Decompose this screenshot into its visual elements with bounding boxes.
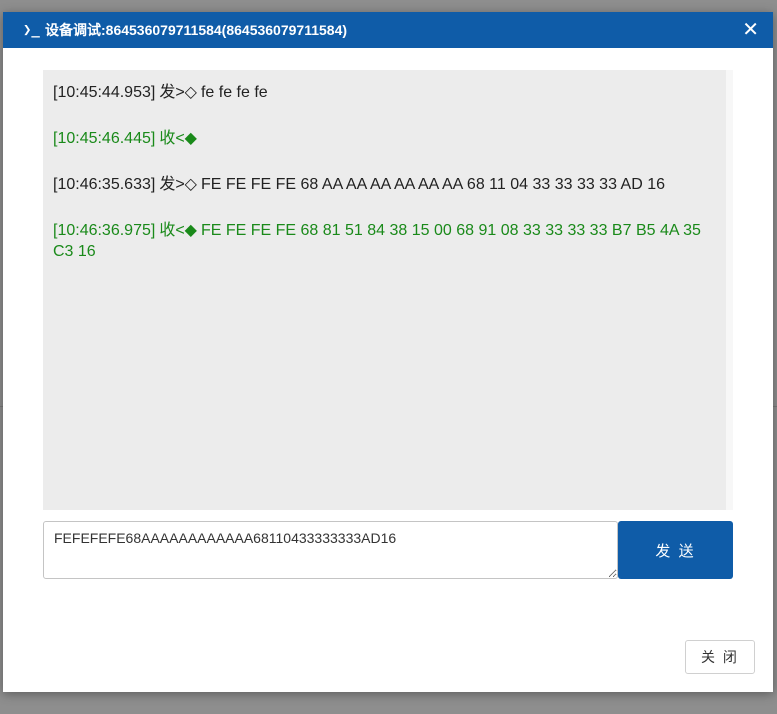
log-timestamp: [10:46:36.975] bbox=[53, 222, 156, 239]
log-entry: [10:45:46.445] 收<◆ bbox=[53, 128, 716, 149]
log-timestamp: [10:46:35.633] bbox=[53, 176, 156, 193]
dialog-title: 设备调试:864536079711584(864536079711584) bbox=[45, 22, 348, 38]
log-entry: [10:46:35.633] 发>◇ FE FE FE FE 68 AA AA AA… bbox=[53, 174, 716, 195]
device-debug-dialog: ❯_ 设备调试:864536079711584(864536079711584)… bbox=[3, 12, 773, 692]
log-direction: 发>◇ bbox=[159, 84, 197, 101]
log-direction: 收<◆ bbox=[159, 130, 197, 147]
log-entry: [10:45:44.953] 发>◇ fe fe fe fe bbox=[53, 82, 716, 103]
close-icon[interactable]: ✕ bbox=[742, 18, 759, 40]
terminal-icon: ❯_ bbox=[23, 22, 40, 38]
log-direction: 发>◇ bbox=[159, 176, 197, 193]
log-panel[interactable]: [10:45:44.953] 发>◇ fe fe fe fe [10:45:46.44… bbox=[43, 70, 733, 510]
log-timestamp: [10:45:44.953] bbox=[53, 84, 156, 101]
log-payload: FE FE FE FE 68 AA AA AA AA AA AA 68 11 0… bbox=[200, 176, 666, 193]
command-input[interactable] bbox=[43, 521, 618, 579]
send-button[interactable]: 发 送 bbox=[618, 521, 733, 579]
log-entry: [10:46:36.975] 收<◆ FE FE FE FE 68 81 51 84… bbox=[53, 220, 716, 262]
log-timestamp: [10:45:46.445] bbox=[53, 130, 156, 147]
close-button[interactable]: 关 闭 bbox=[685, 640, 755, 674]
dialog-titlebar: ❯_ 设备调试:864536079711584(864536079711584)… bbox=[3, 12, 773, 48]
log-payload: fe fe fe fe bbox=[200, 84, 268, 101]
log-direction: 收<◆ bbox=[159, 222, 197, 239]
